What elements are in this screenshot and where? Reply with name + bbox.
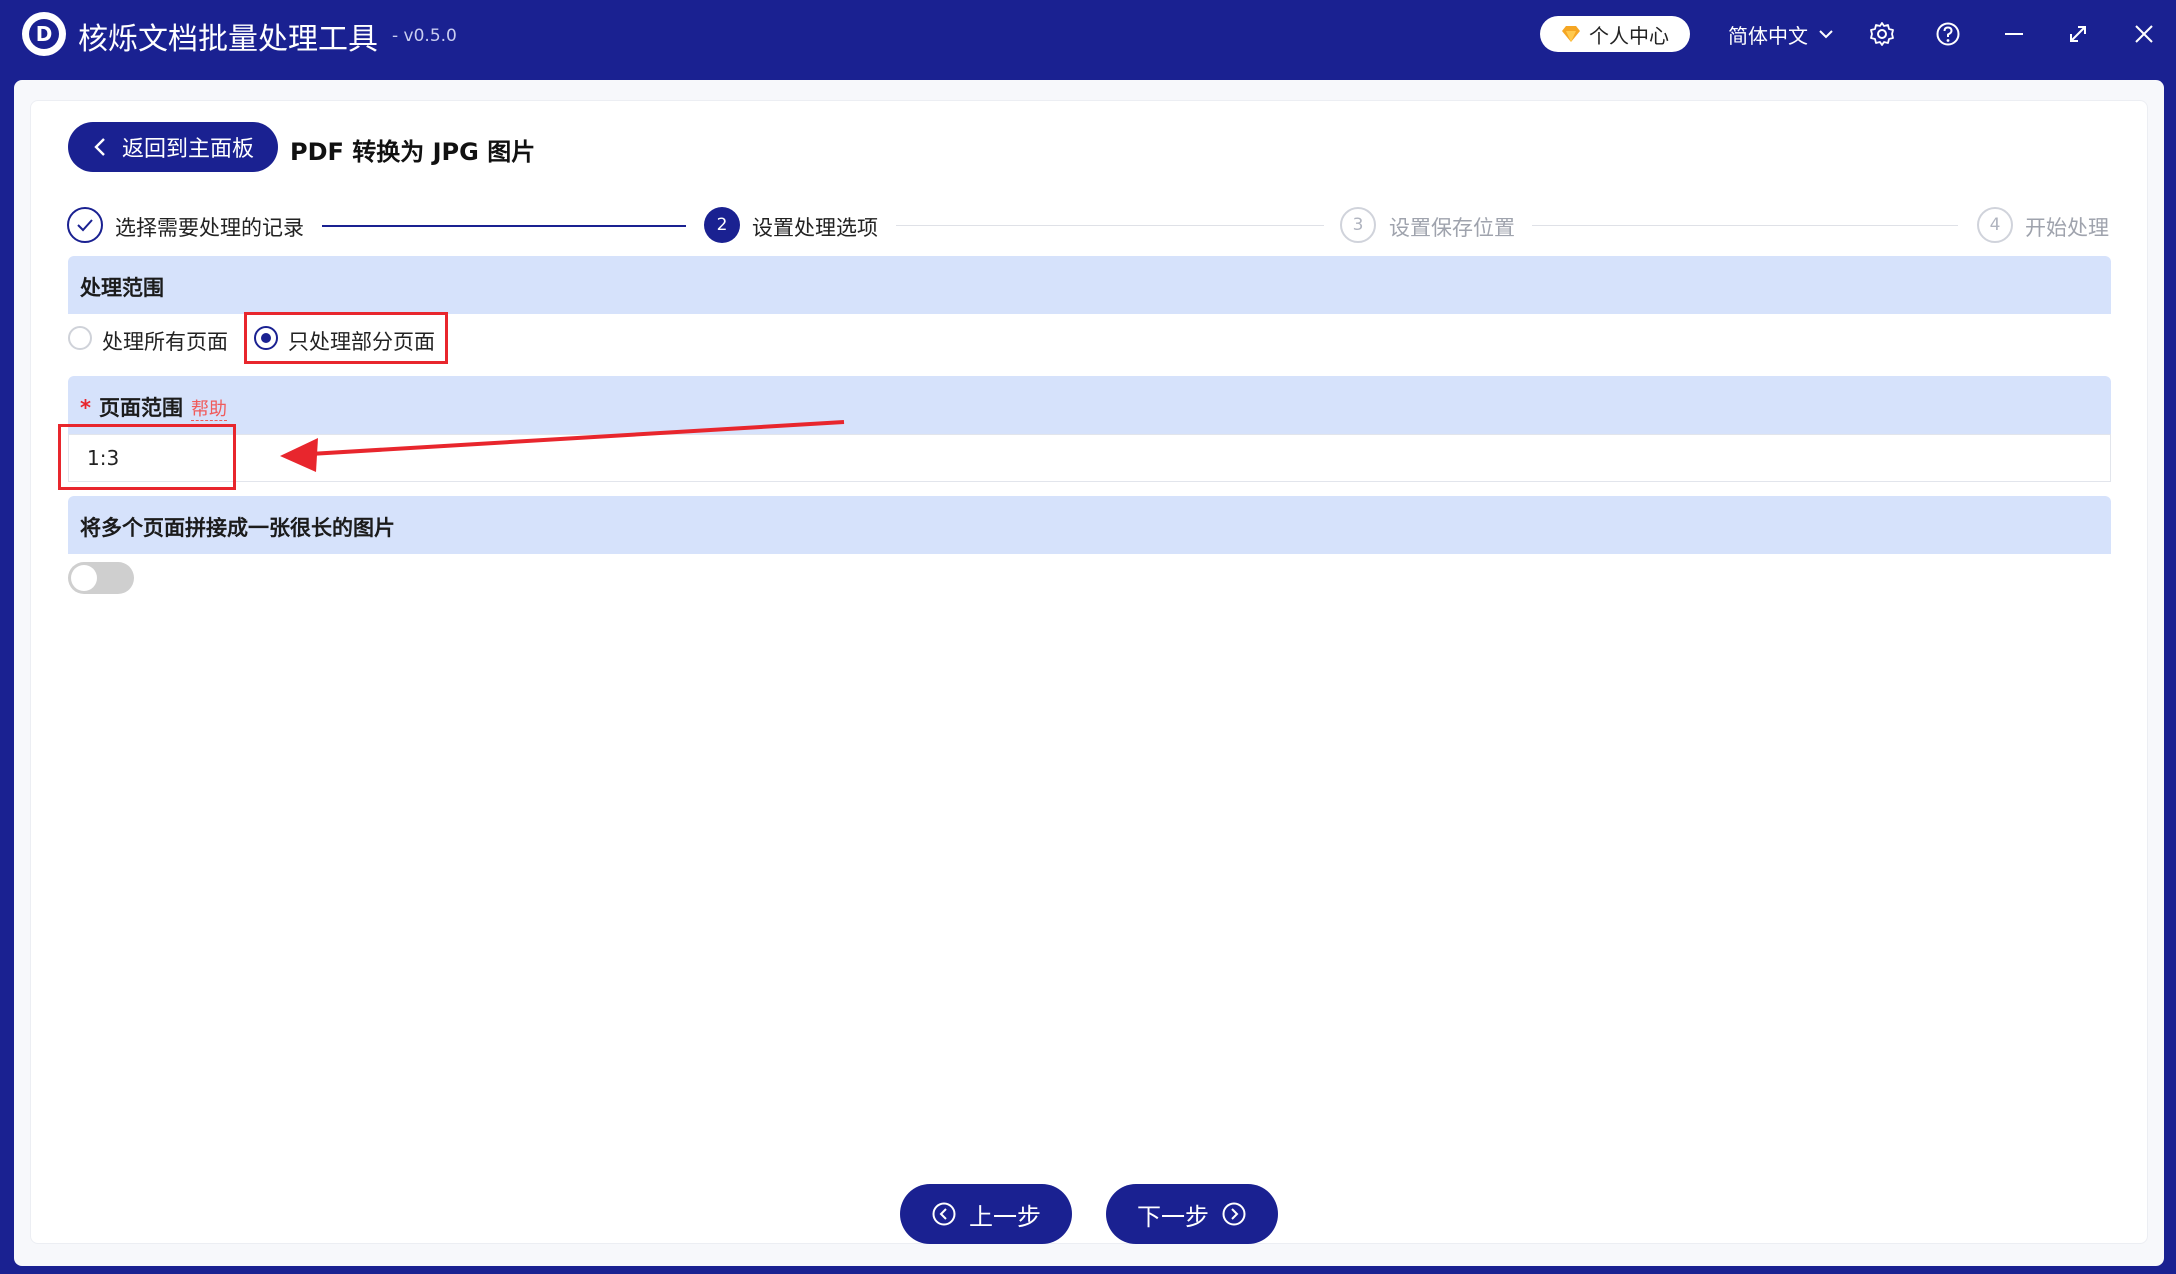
annotation-arrow	[280, 420, 845, 472]
title-bar: D 核烁文档批量处理工具 - v0.5.0 个人中心 简体中文	[0, 0, 2176, 68]
step-1-connector	[322, 225, 686, 227]
next-step-label: 下一步	[1137, 1202, 1209, 1231]
language-selector[interactable]: 简体中文	[1728, 20, 1834, 48]
minimize-icon[interactable]	[2000, 20, 2028, 48]
close-icon[interactable]	[2130, 20, 2158, 48]
prev-step-button[interactable]: 上一步	[900, 1184, 1072, 1244]
radio-all-pages-label[interactable]: 处理所有页面	[102, 326, 228, 356]
required-mark: *	[80, 396, 91, 420]
highlight-partial-pages	[244, 312, 448, 364]
window-right-border	[2164, 80, 2170, 1266]
toggle-knob	[71, 565, 97, 591]
step-2-number: 2	[704, 207, 740, 243]
app-logo-icon: D	[22, 12, 66, 56]
page-range-title: * 页面范围 帮助	[80, 392, 227, 422]
prev-step-label: 上一步	[969, 1202, 1041, 1231]
maximize-icon[interactable]	[2064, 20, 2092, 48]
step-3-connector	[1532, 225, 1958, 226]
merge-section-header: 将多个页面拼接成一张很长的图片	[68, 496, 2111, 554]
step-4-label: 开始处理	[2025, 216, 2109, 240]
range-section-header: 处理范围	[68, 256, 2111, 314]
circle-chevron-right-icon	[1222, 1202, 1246, 1226]
step-1-check-icon	[67, 207, 103, 243]
step-1-label: 选择需要处理的记录	[115, 216, 304, 240]
range-section-title: 处理范围	[80, 276, 164, 300]
help-question-icon[interactable]	[1934, 20, 1962, 48]
help-link[interactable]: 帮助	[190, 399, 227, 421]
diamond-icon	[1562, 26, 1580, 42]
user-center-label: 个人中心	[1589, 23, 1669, 48]
step-2-connector	[896, 225, 1324, 226]
back-to-main-button[interactable]: 返回到主面板	[68, 122, 278, 172]
app-window: D 核烁文档批量处理工具 - v0.5.0 个人中心 简体中文 返回到主面板 P…	[0, 0, 2176, 1274]
step-3-number: 3	[1340, 207, 1376, 243]
highlight-page-range-input	[58, 424, 236, 490]
step-2-label: 设置处理选项	[752, 216, 878, 240]
chevron-down-icon	[1819, 30, 1833, 39]
page-range-title-text: 页面范围	[98, 396, 183, 420]
logo-letter: D	[29, 19, 59, 49]
merge-section-title: 将多个页面拼接成一张很长的图片	[80, 516, 395, 540]
circle-chevron-left-icon	[932, 1202, 956, 1226]
radio-all-pages[interactable]	[68, 326, 92, 350]
user-center-button[interactable]: 个人中心	[1540, 16, 1690, 52]
app-title: 核烁文档批量处理工具	[78, 22, 378, 57]
step-3-label: 设置保存位置	[1389, 216, 1515, 240]
language-label: 简体中文	[1728, 23, 1808, 48]
back-label: 返回到主面板	[121, 137, 254, 162]
app-version: - v0.5.0	[392, 26, 457, 46]
page-title: PDF 转换为 JPG 图片	[290, 138, 536, 166]
merge-pages-toggle[interactable]	[68, 562, 134, 594]
next-step-button[interactable]: 下一步	[1106, 1184, 1278, 1244]
step-4-number: 4	[1977, 207, 2013, 243]
chevron-left-icon	[94, 138, 105, 156]
settings-gear-icon[interactable]	[1868, 20, 1896, 48]
